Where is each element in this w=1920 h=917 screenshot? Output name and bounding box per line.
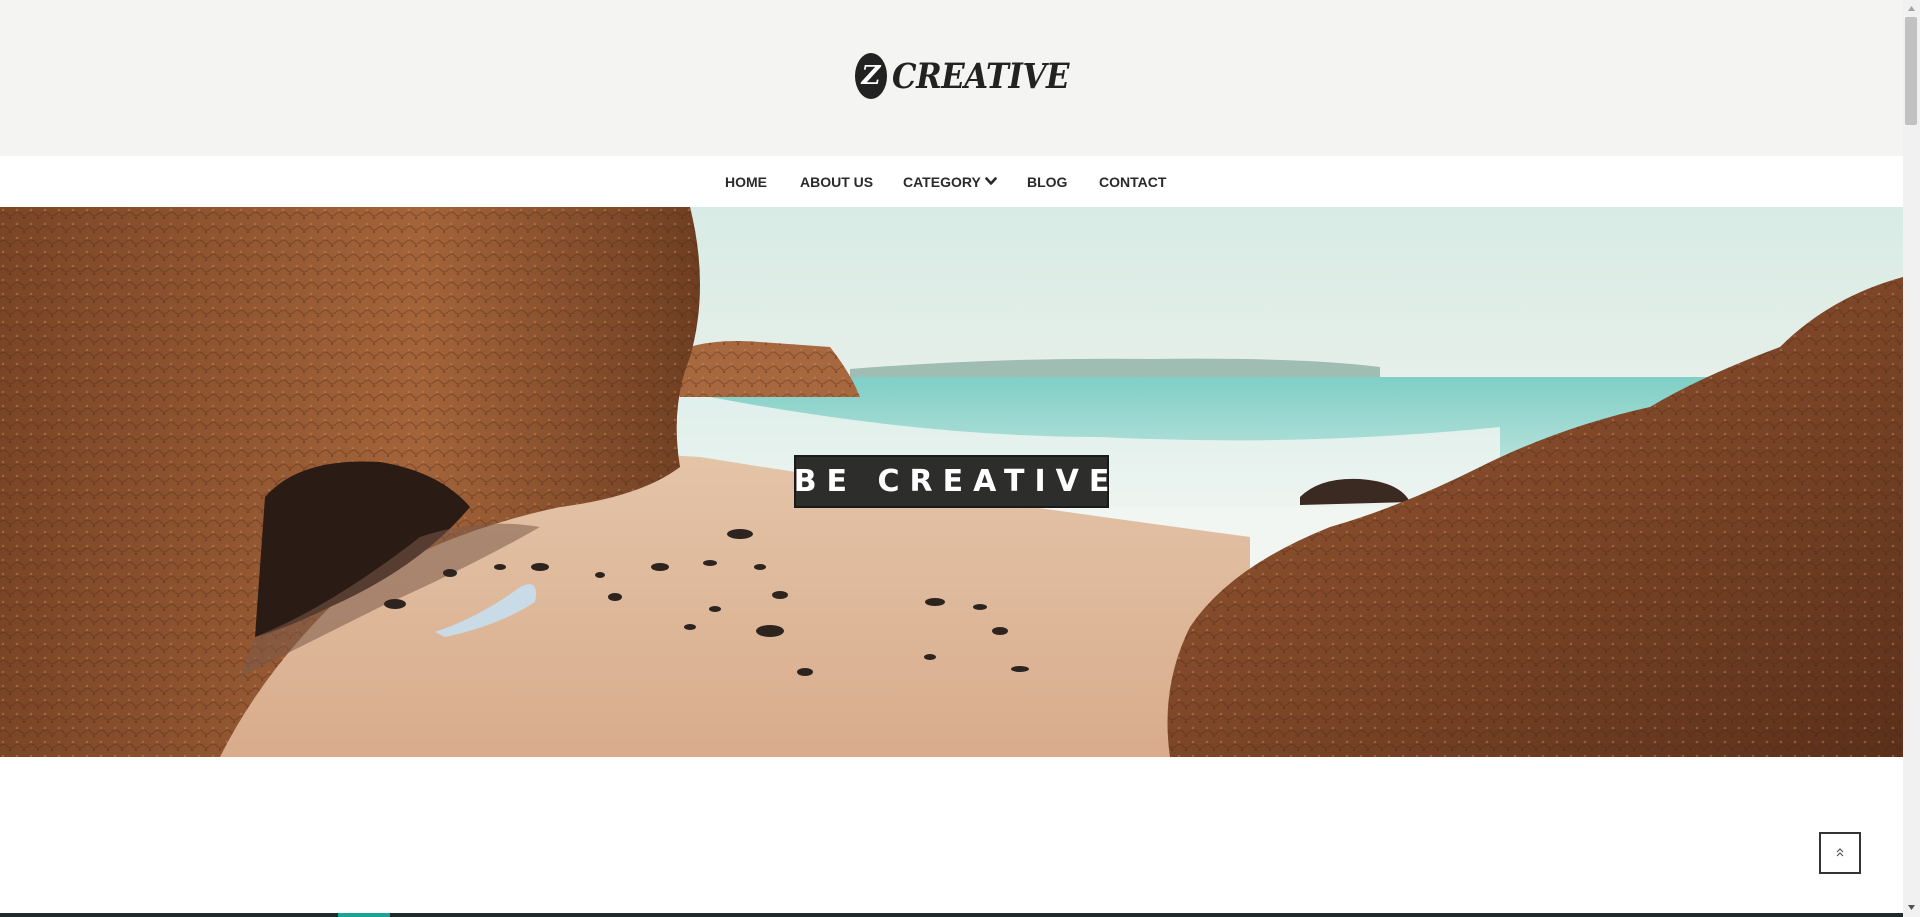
- site-header: Z CREATIVE: [0, 0, 1903, 156]
- scrollbar-track[interactable]: [1903, 0, 1920, 917]
- nav-item-category[interactable]: CATEGORY: [903, 156, 997, 207]
- hero-section: BE CREATIVE: [0, 207, 1903, 757]
- nav-item-about-us[interactable]: ABOUT US: [800, 156, 873, 207]
- scrollbar-thumb[interactable]: [1905, 17, 1917, 125]
- nav-item-label: ABOUT US: [800, 173, 874, 190]
- nav-item-label: CATEGORY: [903, 173, 981, 190]
- nav-list: HOME ABOUT US CATEGORY BLOG CONTACT: [0, 156, 1903, 207]
- hero-banner-text: BE CREATIVE: [793, 464, 1120, 499]
- logo-mark-letter: Z: [861, 61, 881, 91]
- chevron-down-icon: [984, 177, 997, 186]
- scroll-down-arrow-icon[interactable]: [1906, 902, 1917, 913]
- site-logo[interactable]: Z CREATIVE: [855, 50, 1093, 102]
- nav-item-home[interactable]: HOME: [725, 156, 767, 207]
- scroll-up-arrow-icon[interactable]: [1906, 3, 1917, 14]
- hero-banner: BE CREATIVE: [794, 455, 1109, 508]
- double-chevron-up-icon: [1836, 847, 1844, 859]
- nav-item-label: BLOG: [1027, 173, 1068, 190]
- footer-edge: [0, 913, 1903, 917]
- logo-mark: Z: [855, 53, 887, 99]
- nav-item-blog[interactable]: BLOG: [1027, 156, 1067, 207]
- footer-accent: [338, 913, 390, 917]
- nav-item-label: CONTACT: [1099, 173, 1167, 190]
- main-nav: HOME ABOUT US CATEGORY BLOG CONTACT: [0, 156, 1903, 207]
- nav-item-label: HOME: [725, 173, 767, 190]
- logo-text: CREATIVE: [892, 55, 1069, 97]
- back-to-top-button[interactable]: [1819, 832, 1861, 874]
- nav-item-contact[interactable]: CONTACT: [1099, 156, 1166, 207]
